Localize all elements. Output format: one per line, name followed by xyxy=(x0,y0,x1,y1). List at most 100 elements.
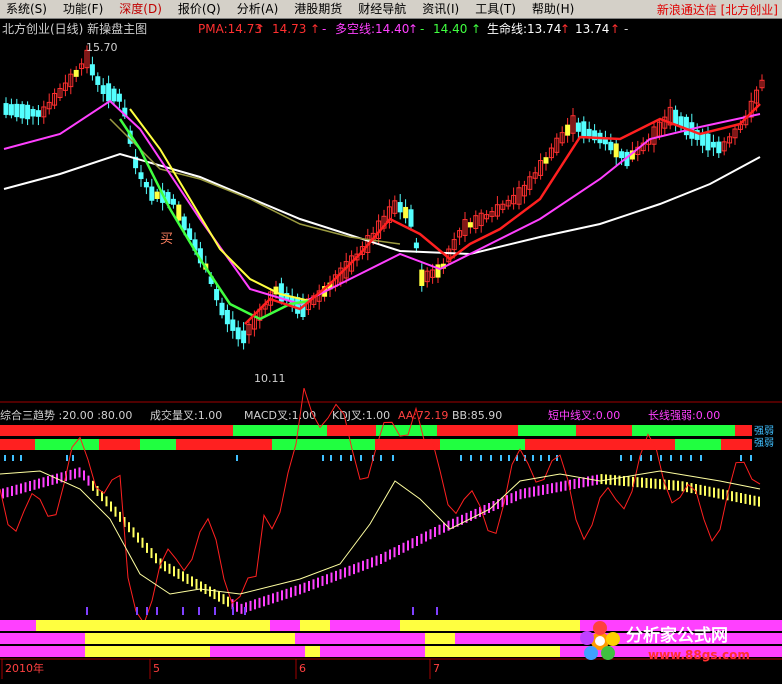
histogram-bar xyxy=(249,600,252,611)
histogram-bar xyxy=(434,527,436,537)
histogram-bar xyxy=(384,551,387,562)
candle-body xyxy=(8,104,14,116)
histogram-bar xyxy=(564,480,567,491)
histogram-bar xyxy=(272,593,274,604)
histogram-bar xyxy=(578,478,580,489)
trend-bar-segment xyxy=(203,425,233,436)
bottom-stripe xyxy=(320,646,425,657)
histogram-bar xyxy=(420,533,423,544)
histogram-bar xyxy=(353,564,355,575)
histogram-bar xyxy=(681,481,684,492)
histogram-bar xyxy=(240,603,243,614)
histogram-bar xyxy=(740,493,742,503)
trend-bar-segment xyxy=(675,439,721,450)
histogram-bar xyxy=(258,597,261,608)
histogram-bar xyxy=(708,486,711,497)
histogram-bar xyxy=(348,565,351,576)
trend-bar-segment xyxy=(542,439,582,450)
signal-tick xyxy=(360,455,362,461)
bottom-signal-tick xyxy=(136,607,138,615)
menu-item-2[interactable]: 深度(D) xyxy=(113,0,172,18)
signal-tick xyxy=(480,455,482,461)
histogram-bar xyxy=(29,481,31,492)
histogram-bar xyxy=(146,542,148,553)
candle-body xyxy=(565,124,571,136)
histogram-bar xyxy=(137,532,139,543)
candle-body xyxy=(397,202,403,213)
trend-bar-segment xyxy=(375,439,440,450)
menu-item-9[interactable]: 帮助(H) xyxy=(526,0,584,18)
signal-tick xyxy=(72,455,74,461)
histogram-bar xyxy=(753,495,756,506)
candle-body xyxy=(295,297,301,314)
menu-item-5[interactable]: 港股期货 xyxy=(288,0,352,18)
x-axis-label-2: 6 xyxy=(299,662,306,675)
histogram-bar xyxy=(537,485,540,496)
x-axis-label-3: 7 xyxy=(433,662,440,675)
bottom-stripe xyxy=(300,620,330,631)
histogram-bar xyxy=(267,594,270,605)
shengming-arrow: ↑ xyxy=(560,22,570,36)
sub-header-item-1: 成交量叉:1.00 xyxy=(150,408,222,422)
histogram-bar xyxy=(191,576,193,587)
histogram-bar xyxy=(33,479,36,490)
histogram-bar xyxy=(281,590,283,601)
duokong-value2: 14.40 xyxy=(433,22,467,36)
menu-item-7[interactable]: 资讯(I) xyxy=(416,0,469,18)
histogram-bar xyxy=(15,484,18,495)
histogram-bar xyxy=(6,487,9,498)
menu-item-6[interactable]: 财经导航 xyxy=(352,0,416,18)
bottom-stripe xyxy=(400,620,580,631)
pma-label: PMA:14.73 xyxy=(198,22,262,36)
bottom-stripe xyxy=(0,620,36,631)
menu-item-0[interactable]: 系统(S) xyxy=(0,0,57,18)
signal-tick xyxy=(750,455,752,461)
histogram-bar xyxy=(618,475,621,486)
duokong-arrow: ↑ xyxy=(408,22,418,36)
menu-item-3[interactable]: 报价(Q) xyxy=(172,0,231,18)
histogram-bar xyxy=(2,488,4,499)
histogram-bar xyxy=(389,549,391,560)
histogram-bar xyxy=(114,506,117,517)
bottom-stripe xyxy=(425,633,455,644)
histogram-bar xyxy=(92,480,94,491)
signal-tick xyxy=(330,455,332,461)
histogram-bar xyxy=(141,537,144,548)
candle-body xyxy=(241,330,247,344)
histogram-bar xyxy=(744,493,747,504)
histogram-bar xyxy=(506,495,508,506)
histogram-bar xyxy=(227,596,229,607)
candle-body xyxy=(25,104,31,120)
histogram-bar xyxy=(722,489,724,500)
signal-tick xyxy=(392,455,394,461)
chart-canvas[interactable]: 北方创业(日线) 新操盘主图 PMA:14.73 ↑ 14.73 ↑ - 多空线… xyxy=(0,19,782,681)
signal-tick xyxy=(650,455,652,461)
signal-tick xyxy=(460,455,462,461)
menu-item-1[interactable]: 功能(F) xyxy=(57,0,113,18)
chart-area[interactable]: 北方创业(日线) 新操盘主图 PMA:14.73 ↑ 14.73 ↑ - 多空线… xyxy=(0,19,782,681)
candle-body xyxy=(14,103,20,118)
histogram-bar xyxy=(357,562,360,573)
bottom-signal-tick xyxy=(214,607,216,615)
shengming-line xyxy=(3,152,761,256)
bottom-stripe xyxy=(295,633,425,644)
histogram-bar xyxy=(195,578,198,589)
candle-body xyxy=(700,132,706,146)
menu-item-8[interactable]: 工具(T) xyxy=(469,0,526,18)
signal-tick xyxy=(470,455,472,461)
trend-bar-segment xyxy=(0,425,27,436)
histogram-bar xyxy=(699,484,702,495)
histogram-bar xyxy=(659,479,661,490)
pma-arrow-2: ↑ xyxy=(310,22,320,36)
signal-tick xyxy=(680,455,682,461)
trend-bar-segment xyxy=(582,439,601,450)
sub-header-item-0: 综合三趋势 :20.00 :80.00 xyxy=(0,408,132,422)
histogram-bar xyxy=(276,591,279,602)
candle-body xyxy=(235,327,241,340)
trend-bar-segment xyxy=(233,425,298,436)
menu-item-4[interactable]: 分析(A) xyxy=(231,0,289,18)
sub-plot[interactable] xyxy=(0,387,782,657)
histogram-bar xyxy=(411,538,414,549)
histogram-bar xyxy=(447,520,450,531)
main-plot[interactable] xyxy=(3,45,765,350)
